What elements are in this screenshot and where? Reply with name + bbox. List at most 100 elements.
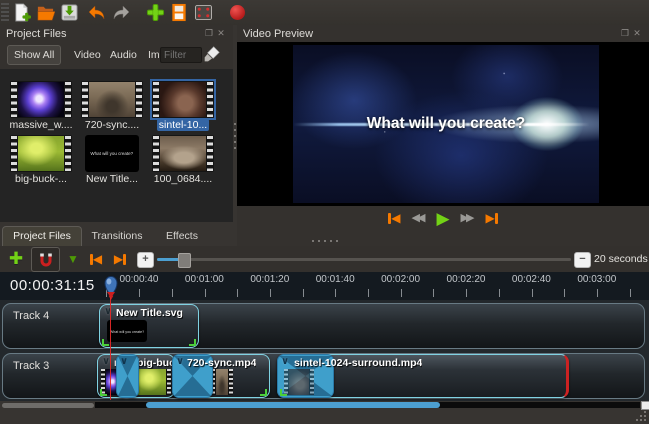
window-resize-grip[interactable] — [636, 411, 646, 421]
playhead-line — [110, 296, 111, 400]
clip-resize-handle[interactable] — [189, 339, 196, 346]
undo-button[interactable] — [85, 2, 109, 24]
ruler-tick — [499, 289, 500, 297]
project-file-thumb[interactable] — [10, 81, 72, 118]
tab-effects[interactable]: Effects — [152, 227, 212, 246]
clip-resize-handle[interactable] — [260, 389, 267, 396]
project-file-thumb[interactable] — [81, 81, 143, 118]
new-project-button[interactable] — [9, 2, 33, 24]
zoom-out-icon: − — [574, 252, 591, 268]
ruler-time-label: 00:02:00 — [381, 274, 420, 285]
project-files-header: Project Files ❐ ✕ — [0, 25, 233, 42]
next-marker-icon: ▶ — [114, 253, 126, 265]
redo-button[interactable] — [109, 2, 133, 24]
record-icon — [230, 5, 245, 20]
transition-chevron-icon[interactable]: ∨ — [120, 356, 128, 367]
zoom-in-button[interactable]: + — [137, 252, 154, 268]
clip-menu-chevron-icon[interactable]: ∨ — [102, 356, 110, 367]
import-files-button[interactable] — [143, 2, 167, 24]
project-file-label[interactable]: massive_w.... — [3, 119, 79, 131]
zoom-slider-track[interactable] — [157, 258, 571, 261]
transition-chevron-icon[interactable]: ∨ — [281, 356, 289, 367]
float-icon[interactable]: ❐ — [203, 28, 215, 39]
video-frame[interactable]: What will you create? — [293, 45, 599, 203]
clip-resize-handle[interactable] — [100, 389, 107, 396]
video-preview-panel: Video Preview ❐ ✕ What will you create? … — [237, 25, 649, 246]
scrollbar-end-box[interactable] — [641, 401, 649, 410]
play-icon: ▶ — [436, 210, 449, 227]
add-track-button[interactable]: ✚ — [4, 248, 28, 270]
timeline-horizontal-scrollbar[interactable] — [0, 401, 649, 409]
next-marker-button[interactable]: ▶ — [108, 248, 132, 270]
clip-sintel[interactable]: ∨ sintel-1024-surround.mp4 — [277, 354, 569, 398]
track-name: Track 4 — [13, 310, 49, 322]
export-video-icon — [194, 4, 213, 21]
project-file-thumb-selected[interactable] — [152, 81, 214, 118]
zoom-level-label: 20 seconds — [594, 246, 648, 272]
jump-to-end-icon — [495, 213, 498, 224]
transition-chevron-icon[interactable]: ∨ — [176, 356, 184, 367]
undo-icon — [87, 4, 107, 22]
record-button[interactable] — [225, 2, 249, 24]
ruler-tick — [270, 289, 271, 297]
timeline-tracks-area[interactable]: Track 4 ∨ New Title.svg What will you cr… — [0, 300, 649, 401]
open-project-button[interactable] — [33, 2, 57, 24]
jump-to-end-button[interactable]: ▶ — [485, 212, 497, 224]
previous-marker-button[interactable]: ◀ — [84, 248, 108, 270]
zoom-slider[interactable] — [157, 246, 571, 272]
clip-resize-handle[interactable] — [102, 339, 109, 346]
project-file-thumb[interactable] — [10, 135, 72, 172]
ruler-time-label: 00:03:00 — [577, 274, 616, 285]
ruler-time-label: 00:01:20 — [250, 274, 289, 285]
ruler-tick — [205, 289, 206, 297]
save-project-button[interactable] — [57, 2, 81, 24]
openshot-window: Project Files ❐ ✕ Show All Video Audio I… — [0, 0, 649, 424]
close-icon[interactable]: ✕ — [631, 28, 643, 39]
filter-tab-video[interactable]: Video — [68, 46, 107, 64]
export-video-button[interactable] — [191, 2, 215, 24]
choose-profile-button[interactable] — [167, 2, 191, 24]
filter-bar: Show All Video Audio Image — [0, 42, 233, 69]
project-file-label-selected[interactable]: sintel-10... — [145, 119, 221, 131]
transition[interactable]: ∨ — [116, 354, 139, 398]
transport-controls: ◀ ◀◀ ▶ ▶▶ ▶ — [237, 208, 649, 228]
filter-input[interactable] — [160, 47, 202, 63]
project-file-label[interactable]: 100_0684.... — [145, 173, 221, 185]
ruler-tick — [630, 289, 631, 297]
project-file-label[interactable]: New Title... — [74, 173, 150, 185]
float-icon[interactable]: ❐ — [619, 28, 631, 39]
snapping-button[interactable] — [31, 247, 60, 272]
ruler-time-label: 00:00:40 — [120, 274, 159, 285]
project-file-label[interactable]: 720-sync.... — [74, 119, 150, 131]
project-file-thumb-title[interactable]: What will you create? — [85, 135, 139, 172]
clip-resize-handle[interactable] — [280, 389, 287, 396]
ruler-tick — [597, 289, 598, 297]
toolbar-grip[interactable] — [1, 3, 9, 23]
ruler-tick — [564, 289, 565, 297]
zoom-slider-handle[interactable] — [178, 253, 191, 268]
tab-transitions[interactable]: Transitions — [78, 227, 156, 246]
timeline-ruler[interactable]: 00:00:31:15 00:00:4000:01:0000:01:2000:0… — [0, 272, 649, 300]
add-marker-button[interactable]: ▼ — [62, 248, 84, 270]
project-file-thumb[interactable] — [152, 135, 214, 172]
ruler-tick — [368, 289, 369, 297]
scrollbar-thumb[interactable] — [146, 402, 440, 408]
close-icon[interactable]: ✕ — [215, 28, 227, 39]
clip-new-title[interactable]: ∨ New Title.svg What will you create? — [99, 304, 199, 348]
project-file-label[interactable]: big-buck-... — [3, 173, 79, 185]
fast-forward-button[interactable]: ▶▶ — [461, 212, 475, 224]
zoom-out-button[interactable]: − — [574, 252, 591, 268]
clip-thumbnail — [284, 369, 314, 395]
clear-filter-button[interactable] — [203, 45, 223, 65]
timeline-toolbar: ✚ ▼ ◀ ▶ + − 20 seconds — [0, 246, 649, 272]
jump-to-start-button[interactable]: ◀ — [388, 212, 400, 224]
zoom-in-icon: + — [137, 252, 154, 268]
play-button[interactable]: ▶ — [436, 210, 449, 227]
filter-tab-show-all[interactable]: Show All — [7, 45, 61, 65]
ruler-tick — [466, 289, 467, 297]
ruler-time-label: 00:02:20 — [447, 274, 486, 285]
tab-project-files[interactable]: Project Files — [2, 226, 82, 246]
filter-tab-audio[interactable]: Audio — [104, 46, 143, 64]
clip-720-sync[interactable]: ∨ 720-sync.mp4 — [172, 354, 270, 398]
rewind-button[interactable]: ◀◀ — [412, 212, 426, 224]
